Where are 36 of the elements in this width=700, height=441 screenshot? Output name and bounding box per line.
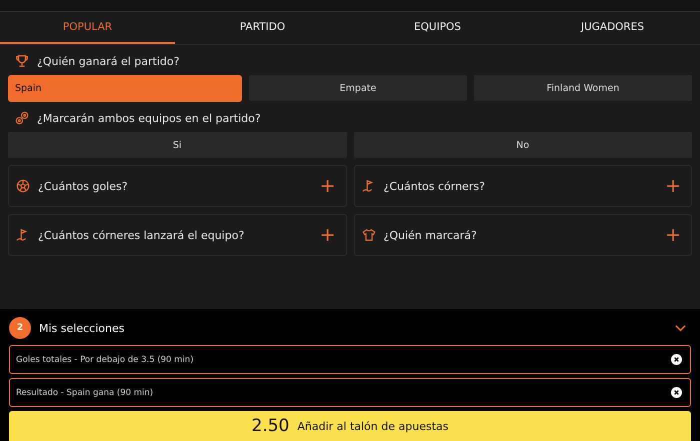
betslip-title: Mis selecciones — [39, 322, 126, 334]
add-to-betslip-button[interactable]: 2.50 Añadir al talón de apuestas — [9, 411, 691, 441]
market-question: ¿Cuántos goles? — [38, 180, 129, 192]
selection-count-badge: 2 — [9, 317, 31, 339]
market-question: ¿Quién ganará el partido? — [37, 54, 180, 68]
odds-option-button[interactable]: Spain — [8, 75, 242, 102]
market-card[interactable]: ¿Cuántos goles? + — [8, 165, 346, 207]
tab[interactable]: EQUIPOS — [350, 12, 525, 44]
odds-option-button[interactable]: No — [354, 132, 692, 158]
selection-text: Resultado - Spain gana (90 min) — [16, 388, 154, 398]
shirt-icon — [362, 228, 376, 242]
expand-button[interactable]: + — [665, 226, 681, 244]
odds-option-button[interactable]: Si — [8, 132, 346, 158]
odds-option-button[interactable]: Finland Women — [474, 75, 692, 101]
balls-icon — [15, 111, 29, 125]
market-card[interactable]: ¿Cuántos córners? + — [354, 165, 692, 207]
chevron-icon[interactable] — [675, 324, 686, 332]
market-card[interactable]: ¿Cuántos córneres lanzará el equipo? + — [8, 214, 346, 256]
tab[interactable]: PARTIDO — [175, 12, 350, 44]
corner-flag-icon — [362, 179, 376, 193]
market-question: ¿Cuántos córneres lanzará el equipo? — [38, 228, 246, 242]
tab[interactable]: POPULAR — [0, 12, 175, 44]
close-icon[interactable] — [671, 387, 682, 398]
close-icon[interactable] — [671, 354, 682, 365]
trophy-icon — [15, 54, 29, 68]
expand-button[interactable]: + — [665, 176, 681, 196]
expand-button[interactable]: + — [320, 226, 336, 244]
market-question: ¿Cuántos córners? — [384, 180, 486, 192]
tab[interactable]: JUGADORES — [525, 12, 700, 44]
ball-icon — [16, 179, 30, 193]
selection-text: Goles totales - Por debajo de 3.5 (90 min) — [16, 354, 195, 364]
market-question: ¿Marcarán ambos equipos en el partido? — [37, 112, 261, 124]
market-question: ¿Quién marcará? — [384, 228, 478, 242]
expand-button[interactable]: + — [320, 176, 336, 196]
odds-option-button[interactable]: Empate — [249, 75, 467, 101]
market-card[interactable]: ¿Quién marcará? + — [354, 214, 692, 256]
